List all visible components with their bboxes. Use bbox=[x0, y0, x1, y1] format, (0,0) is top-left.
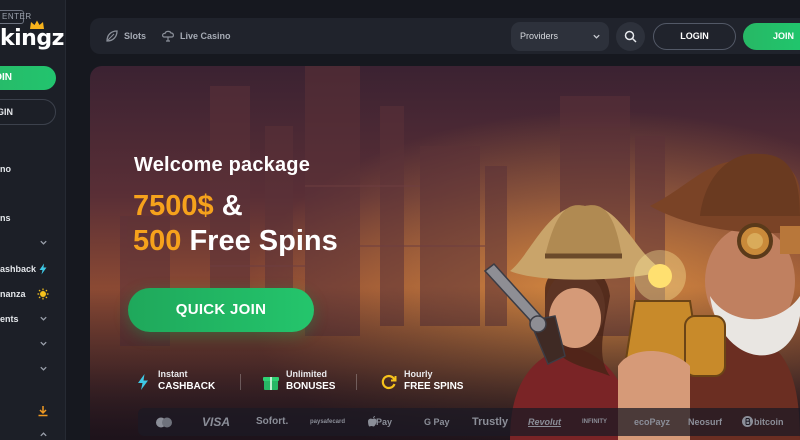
providers-dropdown[interactable]: Providers bbox=[511, 22, 609, 51]
chevron-down-icon bbox=[40, 240, 47, 245]
hero-spins-count: 500 bbox=[133, 225, 182, 257]
perk-line1: Instant bbox=[158, 369, 188, 379]
payment-neosurf: Neosurf bbox=[688, 417, 723, 427]
hero-amount: 7500$ bbox=[133, 190, 214, 222]
mastercard-icon bbox=[156, 417, 172, 428]
payment-sofort: Sofort. bbox=[256, 416, 289, 427]
nav-slots[interactable]: Slots bbox=[104, 18, 146, 54]
sidebar-login-button[interactable]: LOGIN bbox=[0, 99, 56, 125]
sidebar-item-collapsed[interactable] bbox=[0, 335, 62, 353]
sun-icon bbox=[37, 288, 49, 300]
hero-title: Welcome package bbox=[134, 154, 311, 176]
sidebar-item-label: ashback bbox=[0, 264, 37, 274]
gift-icon bbox=[263, 377, 279, 390]
slots-icon bbox=[106, 30, 118, 42]
perk-divider bbox=[240, 374, 241, 390]
refresh-icon bbox=[381, 374, 397, 390]
sidebar-join-label: JOIN bbox=[0, 72, 12, 83]
hero-ampersand: & bbox=[221, 190, 243, 222]
payment-bitcoin: bitcoin bbox=[742, 408, 784, 436]
sidebar-item-cashback[interactable]: ashback bbox=[0, 260, 62, 278]
payment-methods-strip: VISA Sofort. paysafecard Pay G Pay Trust… bbox=[138, 408, 800, 436]
top-navigation: Slots Live Casino Providers LOGIN JOIN bbox=[90, 18, 800, 54]
sidebar-item-casino[interactable]: no bbox=[0, 160, 62, 178]
sidebar-item-label: nanza bbox=[0, 289, 26, 299]
nav-live-casino[interactable]: Live Casino bbox=[160, 18, 231, 54]
hero-headline-amount: 7500$ & bbox=[133, 190, 243, 223]
perk-line1: Hourly bbox=[404, 369, 433, 379]
bitcoin-icon bbox=[742, 416, 753, 427]
perk-line2: CASHBACK bbox=[158, 381, 216, 392]
payment-google-pay: G Pay bbox=[424, 417, 450, 427]
live-casino-icon bbox=[162, 30, 174, 42]
hero-headline-spins: 500 Free Spins bbox=[133, 225, 338, 258]
lightning-icon bbox=[39, 263, 47, 275]
chevron-down-icon bbox=[593, 34, 600, 39]
payment-revolut: Revolut bbox=[528, 417, 562, 427]
sidebar-item-tournaments[interactable]: ents bbox=[0, 310, 62, 328]
search-icon bbox=[624, 30, 637, 43]
payment-infinity: INFINITY bbox=[582, 419, 607, 425]
payment-paysafecard: paysafecard bbox=[310, 419, 346, 425]
perk-line2: BONUSES bbox=[286, 381, 336, 392]
providers-label: Providers bbox=[520, 31, 559, 41]
sidebar-item-collapsed[interactable] bbox=[0, 234, 62, 252]
sidebar-item-label: ents bbox=[0, 314, 19, 324]
perk-line2: FREE SPINS bbox=[404, 381, 464, 392]
sidebar-login-label: LOGIN bbox=[0, 107, 13, 117]
perk-line1: Unlimited bbox=[286, 369, 328, 379]
join-button[interactable]: JOIN bbox=[743, 23, 800, 50]
chevron-down-icon bbox=[40, 366, 47, 371]
chevron-down-icon bbox=[40, 316, 47, 321]
lightning-icon bbox=[138, 374, 148, 390]
search-button[interactable] bbox=[616, 22, 645, 51]
payment-apple-pay: Pay bbox=[368, 408, 392, 436]
sidebar-join-button[interactable]: JOIN bbox=[0, 66, 56, 90]
sidebar-item-label: no bbox=[0, 164, 11, 174]
sidebar-collapse[interactable] bbox=[0, 426, 62, 440]
sidebar-download[interactable] bbox=[0, 402, 62, 420]
sidebar-item-promotions[interactable]: ns bbox=[0, 209, 62, 227]
payment-visa: VISA bbox=[202, 415, 231, 429]
login-button[interactable]: LOGIN bbox=[653, 23, 736, 50]
sidebar-item-label: ns bbox=[0, 213, 11, 223]
apple-icon bbox=[368, 416, 377, 427]
perk-divider bbox=[356, 374, 357, 390]
chevron-up-icon bbox=[40, 432, 47, 437]
logo-tagline: ENTER bbox=[0, 10, 31, 24]
logo[interactable]: ENTER kingz bbox=[0, 4, 65, 51]
payment-ecopayz: ecoPayz bbox=[634, 417, 671, 427]
chevron-down-icon bbox=[40, 341, 47, 346]
logo-name: kingz bbox=[0, 26, 64, 51]
download-icon bbox=[38, 406, 48, 417]
payment-trustly: Trustly bbox=[472, 416, 509, 428]
sidebar-item-bonanza[interactable]: nanza bbox=[0, 285, 62, 303]
sidebar-item-collapsed[interactable] bbox=[0, 360, 62, 378]
hero-spins-label: Free Spins bbox=[189, 225, 338, 257]
hero-banner: Welcome package 7500$ & 500 Free Spins Q… bbox=[90, 66, 800, 440]
sidebar: ENTER kingz JOIN LOGIN no ns ashback nan… bbox=[0, 0, 66, 440]
quick-join-button[interactable]: QUICK JOIN bbox=[128, 288, 314, 332]
